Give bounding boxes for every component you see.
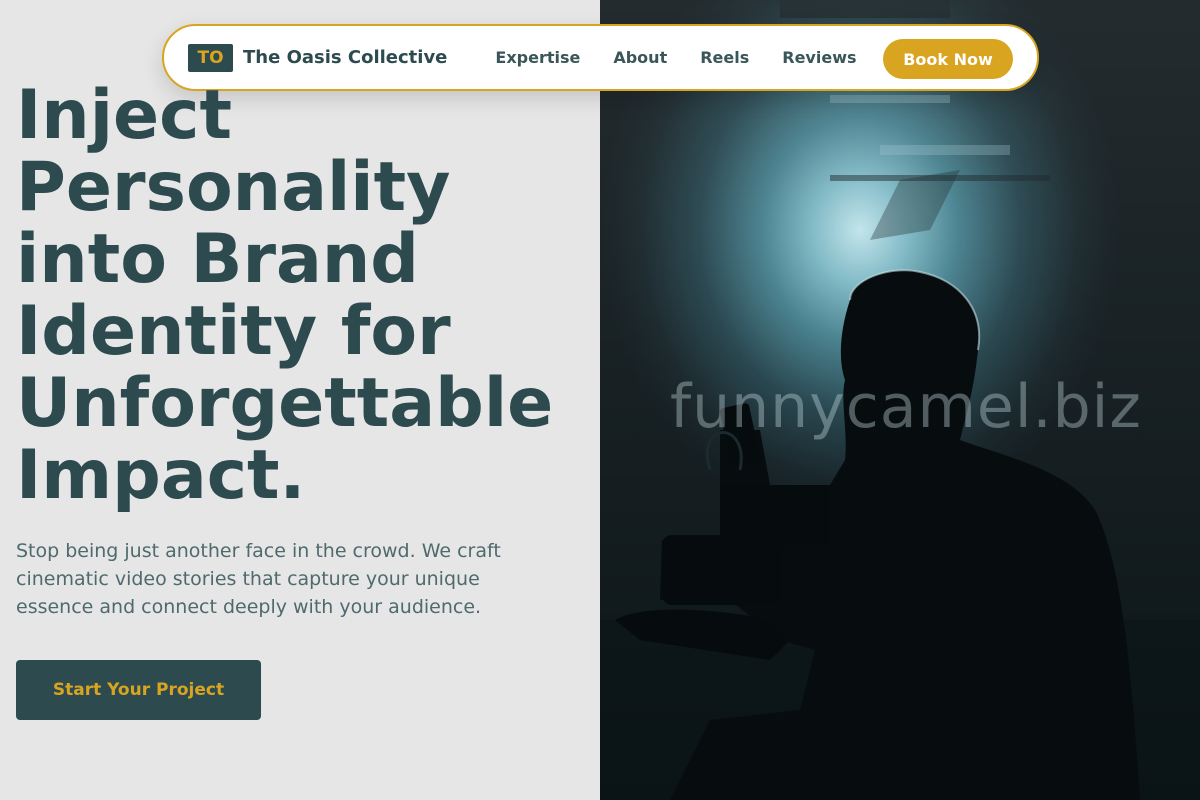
start-project-button[interactable]: Start Your Project — [16, 660, 261, 720]
nav-link-about[interactable]: About — [613, 48, 667, 67]
nav-link-reels[interactable]: Reels — [700, 48, 749, 67]
nav-link-expertise[interactable]: Expertise — [495, 48, 580, 67]
book-now-button[interactable]: Book Now — [883, 39, 1013, 79]
hero-description: Stop being just another face in the crow… — [16, 540, 501, 618]
hero-title: Inject Personality into Brand Identity f… — [16, 76, 554, 515]
nav-link-reviews[interactable]: Reviews — [782, 48, 856, 67]
watermark-text: funnycamel.biz — [670, 372, 1142, 442]
nav-links: Expertise About Reels Reviews — [495, 48, 889, 67]
brand-badge: TO — [188, 43, 233, 72]
brand-logo[interactable]: TO The Oasis Collective — [188, 43, 448, 72]
brand-name: The Oasis Collective — [243, 47, 448, 68]
